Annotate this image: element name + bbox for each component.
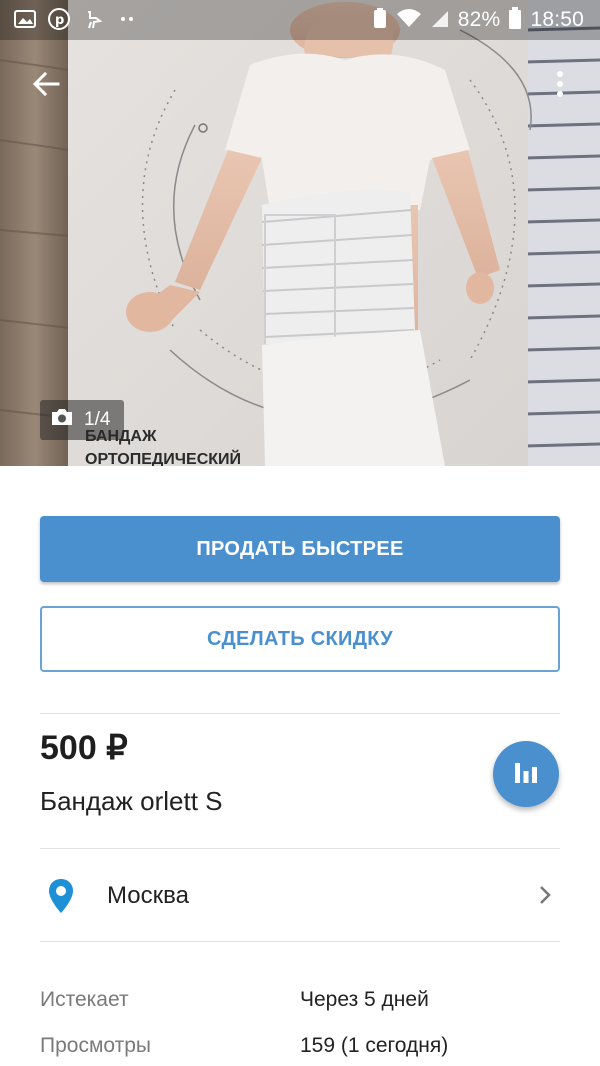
photo-counter-text: 1/4 <box>84 409 111 430</box>
location-row[interactable]: Москва <box>40 850 560 942</box>
back-button[interactable] <box>18 58 74 114</box>
views-value: 159 (1 сегодня) <box>300 1034 449 1057</box>
product-photo-gallery[interactable]: БАНДАЖ ОРТОПЕДИЧЕСКИЙ p <box>0 0 600 466</box>
expires-label: Истекает <box>40 988 129 1011</box>
battery-saver-icon <box>372 7 388 34</box>
status-bar: p 82% 18:50 <box>0 0 600 40</box>
box-text-line2: ОРТОПЕДИЧЕСКИЙ <box>85 449 241 466</box>
svg-text:p: p <box>55 13 64 28</box>
stats-button[interactable] <box>493 741 559 807</box>
photo-counter: 1/4 <box>40 400 125 440</box>
map-pin-icon <box>48 878 74 919</box>
gallery-notification-icon <box>14 9 36 34</box>
make-discount-button[interactable]: СДЕЛАТЬ СКИДКУ <box>40 606 560 672</box>
more-notifications-icon <box>116 8 138 35</box>
clock: 18:50 <box>530 8 584 31</box>
signal-icon <box>430 7 450 34</box>
bar-chart-icon <box>512 759 540 790</box>
battery-percent: 82% <box>457 8 501 31</box>
divider <box>40 713 560 714</box>
more-options-button[interactable] <box>532 58 588 114</box>
listing-title: Бандаж orlett S <box>40 786 223 816</box>
listing-price: 500 ₽ <box>40 729 128 767</box>
views-label: Просмотры <box>40 1034 151 1057</box>
more-vert-icon <box>555 69 565 104</box>
battery-icon <box>508 6 522 35</box>
product-photo: БАНДАЖ ОРТОПЕДИЧЕСКИЙ <box>0 0 600 466</box>
arrow-left-icon <box>31 69 61 104</box>
expires-value: Через 5 дней <box>300 988 429 1011</box>
sell-faster-button[interactable]: ПРОДАТЬ БЫСТРЕЕ <box>40 516 560 582</box>
chevron-right-icon <box>538 884 552 911</box>
divider <box>40 941 560 942</box>
pinterest-notification-icon: p <box>48 8 70 35</box>
location-text: Москва <box>107 882 189 909</box>
divider <box>40 848 560 849</box>
wifi-icon <box>396 7 422 34</box>
ostrich-notification-icon <box>82 8 104 35</box>
camera-icon <box>50 407 74 433</box>
